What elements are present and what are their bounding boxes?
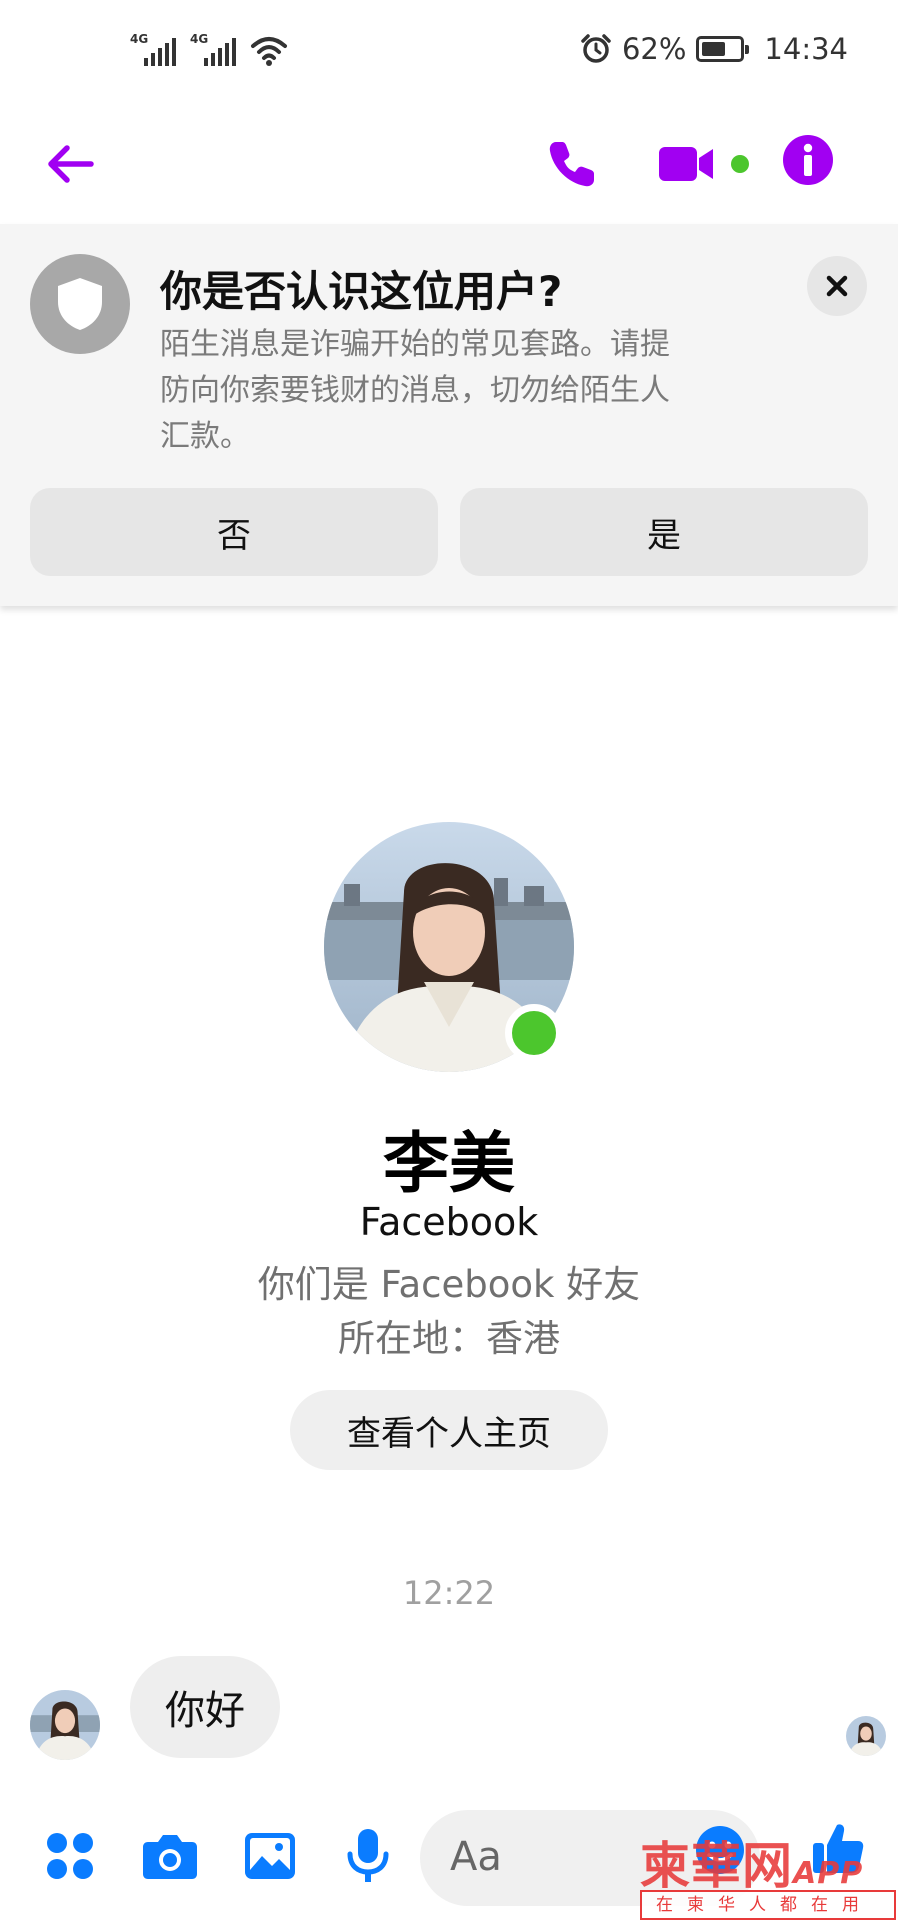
stranger-warning-panel: 你是否认识这位用户? 陌生消息是诈骗开始的常见套路。请提 防向你索要钱财的消息，… bbox=[0, 224, 898, 606]
audio-call-button[interactable] bbox=[538, 130, 606, 198]
warning-body: 陌生消息是诈骗开始的常见套路。请提 防向你索要钱财的消息，切勿给陌生人 汇款。 bbox=[160, 322, 760, 460]
watermark-brand: 柬華网 bbox=[640, 1837, 793, 1895]
conversation-header bbox=[0, 104, 898, 224]
incoming-message-bubble[interactable]: 你好 bbox=[130, 1656, 280, 1758]
gallery-button[interactable] bbox=[240, 1826, 300, 1886]
camera-icon bbox=[143, 1835, 197, 1879]
warning-body-line: 汇款。 bbox=[160, 419, 250, 454]
friendship-status: 你们是 Facebook 好友 bbox=[257, 1263, 641, 1306]
gallery-icon bbox=[245, 1833, 295, 1879]
signal-icon: 4G bbox=[130, 32, 176, 66]
back-button[interactable] bbox=[40, 134, 100, 194]
no-button[interactable]: 否 bbox=[30, 488, 438, 576]
clock-time: 14:34 bbox=[764, 32, 848, 66]
conversation-info-button[interactable] bbox=[778, 130, 838, 190]
message-timestamp: 12:22 bbox=[402, 1574, 496, 1612]
battery-icon bbox=[696, 36, 750, 62]
read-receipt-avatar bbox=[846, 1716, 886, 1756]
view-profile-button[interactable]: 查看个人主页 bbox=[290, 1390, 608, 1470]
microphone-icon bbox=[347, 1829, 389, 1882]
avatar-photo bbox=[30, 1690, 100, 1760]
watermark-app-label: APP bbox=[793, 1856, 864, 1891]
battery-percent: 62% bbox=[621, 32, 687, 66]
dismiss-warning-button[interactable] bbox=[807, 256, 867, 316]
video-camera-icon bbox=[659, 147, 749, 181]
avatar-photo bbox=[846, 1716, 886, 1756]
more-actions-button[interactable] bbox=[40, 1826, 100, 1886]
contact-name: 李美 bbox=[383, 1125, 515, 1202]
status-bar: 4G 4G 62% 14:34 bbox=[0, 0, 898, 104]
voice-message-button[interactable] bbox=[338, 1826, 398, 1886]
close-icon bbox=[826, 275, 848, 297]
warning-title: 你是否认识这位用户? bbox=[160, 267, 563, 316]
online-status-dot bbox=[505, 1004, 563, 1062]
online-dot bbox=[731, 155, 749, 173]
back-arrow-icon bbox=[48, 145, 94, 183]
phone-icon bbox=[549, 142, 594, 187]
sender-avatar[interactable] bbox=[30, 1690, 100, 1760]
alarm-icon bbox=[581, 34, 611, 63]
shield-badge bbox=[30, 254, 130, 354]
warning-body-line: 陌生消息是诈骗开始的常见套路。请提 bbox=[160, 327, 670, 362]
watermark-logo: 柬華网APP 在柬华人都在用 bbox=[640, 1826, 896, 1920]
shield-icon bbox=[58, 278, 102, 330]
camera-button[interactable] bbox=[140, 1826, 200, 1886]
apps-icon bbox=[47, 1833, 93, 1879]
yes-button[interactable]: 是 bbox=[460, 488, 868, 576]
video-call-button[interactable] bbox=[655, 130, 755, 198]
warning-body-line: 防向你索要钱财的消息，切勿给陌生人 bbox=[160, 373, 670, 408]
wifi-icon bbox=[251, 37, 287, 66]
info-icon bbox=[783, 135, 833, 185]
contact-platform: Facebook bbox=[359, 1200, 539, 1244]
watermark-tagline: 在柬华人都在用 bbox=[640, 1890, 896, 1920]
message-input-placeholder: Aa bbox=[450, 1834, 502, 1880]
contact-location: 所在地：香港 bbox=[338, 1317, 560, 1360]
signal-icon: 4G bbox=[190, 32, 236, 66]
